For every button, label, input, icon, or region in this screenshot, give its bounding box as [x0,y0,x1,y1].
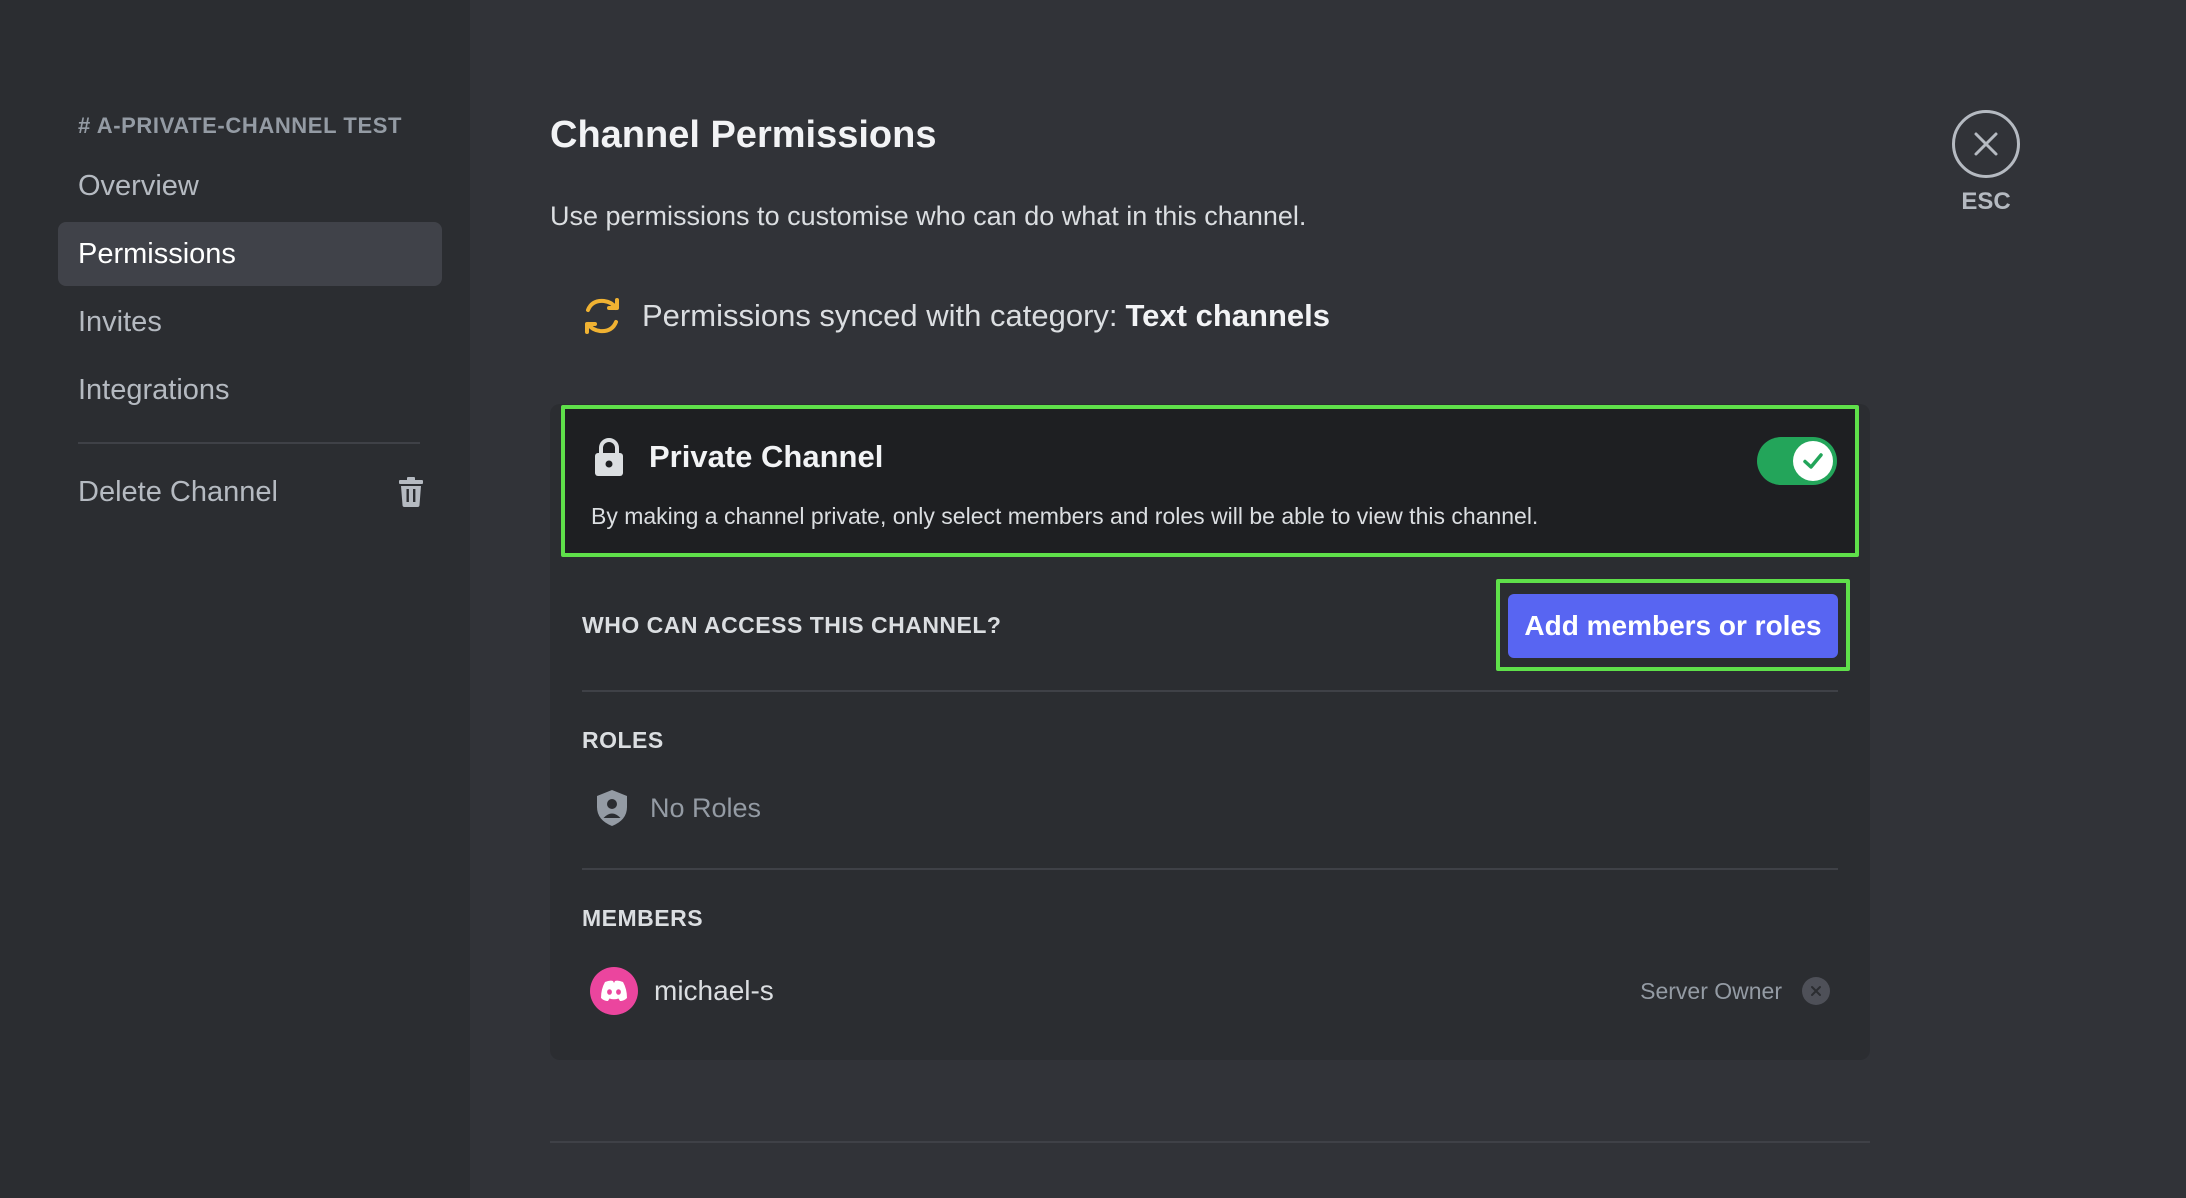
page-subtitle: Use permissions to customise who can do … [550,201,1307,231]
roles-empty-state: No Roles [594,788,761,828]
toggle-knob [1793,441,1833,481]
lock-icon [595,438,623,476]
delete-channel-label: Delete Channel [78,475,278,508]
sidebar-item-label: Invites [78,305,162,338]
discord-logo-icon [601,980,627,1001]
no-roles-label: No Roles [650,792,762,823]
sync-icon [585,298,619,334]
sidebar-item-label: Permissions [78,237,236,270]
sidebar-item-integrations[interactable]: Integrations [58,358,442,422]
private-channel-description: By making a channel private, only select… [591,503,1539,529]
sidebar-item-permissions[interactable]: Permissions [58,222,442,286]
private-channel-box: Private Channel By making a channel priv… [561,405,1859,557]
page-title: Channel Permissions [550,114,937,156]
divider [582,868,1838,870]
check-icon [1803,453,1823,469]
member-role-badge: Server Owner [1640,977,1782,1004]
member-row: michael-s Server Owner [590,966,1830,1016]
close-settings: ESC [1950,110,2022,216]
members-heading: MEMBERS [582,905,704,931]
bottom-divider [550,1141,1870,1143]
permissions-sync-status: Permissions synced with category: Text c… [582,296,1330,336]
sidebar-item-label: Overview [78,169,199,202]
private-channel-header: Private Channel [593,437,883,477]
member-name: michael-s [654,975,774,1006]
sync-category-name: Text channels [1125,298,1330,333]
access-heading: WHO CAN ACCESS THIS CHANNEL? [582,612,1002,638]
sync-status-text: Permissions synced with category: [642,298,1118,333]
private-channel-title: Private Channel [649,439,884,474]
avatar [590,967,638,1015]
shield-icon [597,790,627,826]
trash-icon [399,477,423,507]
sidebar-item-overview[interactable]: Overview [58,154,442,218]
roles-heading: ROLES [582,727,664,753]
private-channel-toggle[interactable] [1757,437,1837,485]
delete-channel-button[interactable]: Delete Channel [58,460,442,524]
sidebar-item-label: Integrations [78,373,230,406]
settings-sidebar: # A-PRIVATE-CHANNEL TEST Overview Permis… [0,0,470,1198]
channel-name-header: # A-PRIVATE-CHANNEL TEST [78,113,403,138]
add-members-or-roles-button[interactable]: Add members or roles [1508,594,1838,658]
sidebar-item-invites[interactable]: Invites [58,290,442,354]
remove-member-button[interactable] [1802,977,1830,1005]
esc-label: ESC [1961,188,2011,215]
close-icon [1974,132,1998,156]
sidebar-divider [78,442,420,444]
divider [582,690,1838,692]
close-button[interactable] [1952,110,2020,178]
close-icon [1811,986,1821,996]
